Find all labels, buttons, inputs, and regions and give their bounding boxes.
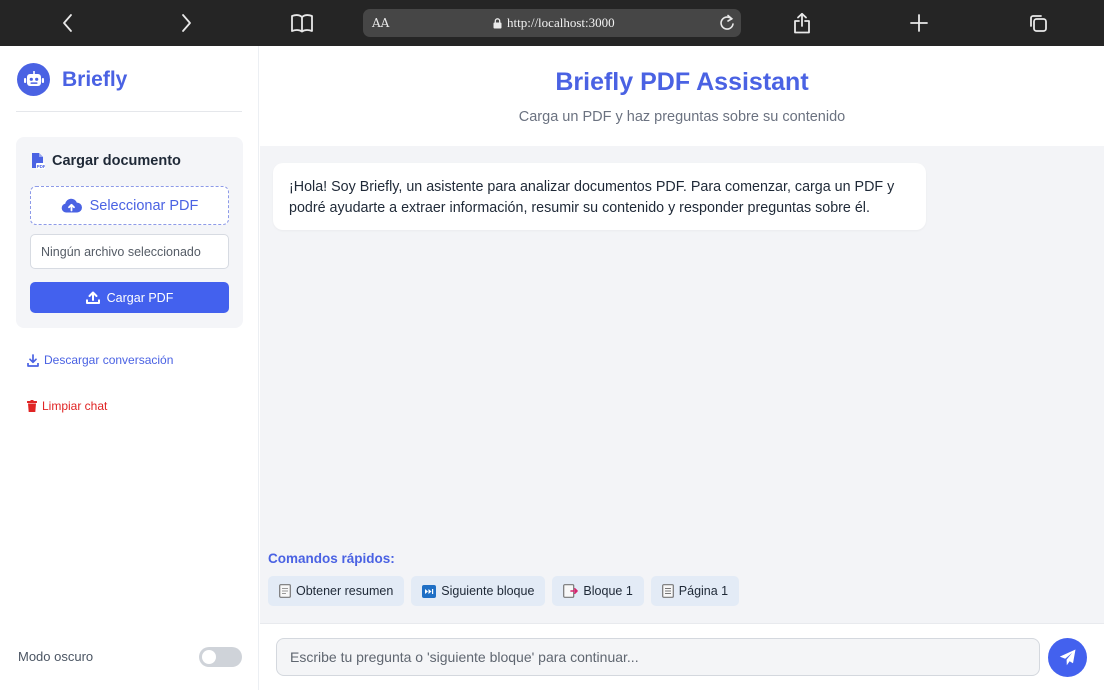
page-lines-icon [661, 584, 674, 598]
upload-pdf-label: Cargar PDF [106, 290, 174, 305]
reader-button[interactable] [288, 0, 316, 46]
divider [16, 111, 242, 112]
quick-command-block-1-label: Bloque 1 [583, 584, 633, 598]
share-button[interactable] [790, 0, 814, 46]
page-arrow-icon [563, 584, 579, 598]
page-icon [279, 584, 291, 598]
clear-chat-label: Limpiar chat [42, 399, 108, 413]
dark-mode-toggle[interactable] [199, 647, 242, 667]
chevron-right-icon [182, 14, 191, 32]
back-button[interactable] [50, 0, 86, 46]
browser-toolbar: AA http://localhost:3000 [0, 0, 1104, 46]
send-button[interactable] [1048, 638, 1087, 677]
select-pdf-button[interactable]: Seleccionar PDF [30, 186, 229, 225]
download-icon [27, 353, 39, 367]
brand[interactable]: Briefly [17, 63, 127, 96]
cloud-upload-icon [61, 198, 82, 213]
quick-command-block-1[interactable]: Bloque 1 [552, 576, 644, 606]
quick-command-summary-label: Obtener resumen [296, 584, 394, 598]
url-text: http://localhost:3000 [507, 15, 615, 30]
next-track-icon [422, 584, 437, 598]
quick-command-page-1-label: Página 1 [678, 584, 729, 598]
new-tab-button[interactable] [907, 0, 931, 46]
download-conversation-link[interactable]: Descargar conversación [27, 353, 173, 367]
forward-button[interactable] [168, 0, 204, 46]
tabs-icon [1030, 15, 1047, 32]
text-size-button[interactable]: AA [372, 16, 389, 30]
select-pdf-label: Seleccionar PDF [89, 197, 199, 214]
quick-command-next-block[interactable]: Siguiente bloque [411, 576, 546, 606]
book-icon [291, 14, 313, 33]
sidebar: Briefly PDF Cargar documento Seleccionar… [0, 46, 259, 690]
clear-chat-link[interactable]: Limpiar chat [27, 399, 107, 413]
upload-card-title: PDF Cargar documento [31, 153, 181, 169]
chat-input-area [260, 623, 1104, 690]
page-subtitle: Carga un PDF y haz preguntas sobre su co… [518, 109, 846, 125]
file-name-field: Ningún archivo seleccionado [30, 234, 229, 269]
quick-commands: Comandos rápidos: Obtener resumen Siguie… [268, 551, 740, 606]
upload-icon [85, 291, 100, 304]
chevron-left-icon [63, 14, 72, 32]
tabs-button[interactable] [1026, 0, 1050, 46]
page-title: Briefly PDF Assistant [555, 68, 809, 96]
svg-text:PDF: PDF [37, 164, 45, 169]
reload-icon [720, 14, 734, 30]
upload-pdf-button[interactable]: Cargar PDF [30, 282, 229, 313]
pdf-file-icon: PDF [32, 153, 45, 169]
assistant-message: ¡Hola! Soy Briefly, un asistente para an… [273, 163, 926, 230]
main-panel: Briefly PDF Assistant Carga un PDF y haz… [260, 46, 1104, 690]
download-conversation-label: Descargar conversación [44, 353, 174, 367]
address-bar[interactable]: AA http://localhost:3000 [363, 9, 741, 37]
chat-input[interactable] [276, 638, 1040, 676]
lock-icon [493, 17, 502, 28]
quick-command-next-block-label: Siguiente bloque [441, 584, 535, 598]
quick-command-summary[interactable]: Obtener resumen [268, 576, 405, 606]
dark-mode-row: Modo oscuro [18, 647, 242, 667]
share-icon [794, 12, 810, 34]
paper-plane-icon [1059, 649, 1076, 666]
trash-icon [27, 400, 37, 412]
brand-name: Briefly [62, 67, 128, 91]
upload-card: PDF Cargar documento Seleccionar PDF Nin… [16, 137, 243, 328]
plus-icon [910, 14, 928, 32]
quick-command-page-1[interactable]: Página 1 [650, 576, 740, 606]
chat-header: Briefly PDF Assistant Carga un PDF y haz… [260, 46, 1104, 146]
dark-mode-label: Modo oscuro [18, 649, 94, 664]
toggle-knob [202, 650, 216, 664]
robot-icon [17, 63, 50, 96]
upload-card-title-text: Cargar documento [52, 153, 181, 169]
reload-button[interactable] [719, 14, 735, 36]
quick-commands-title: Comandos rápidos: [268, 551, 395, 566]
